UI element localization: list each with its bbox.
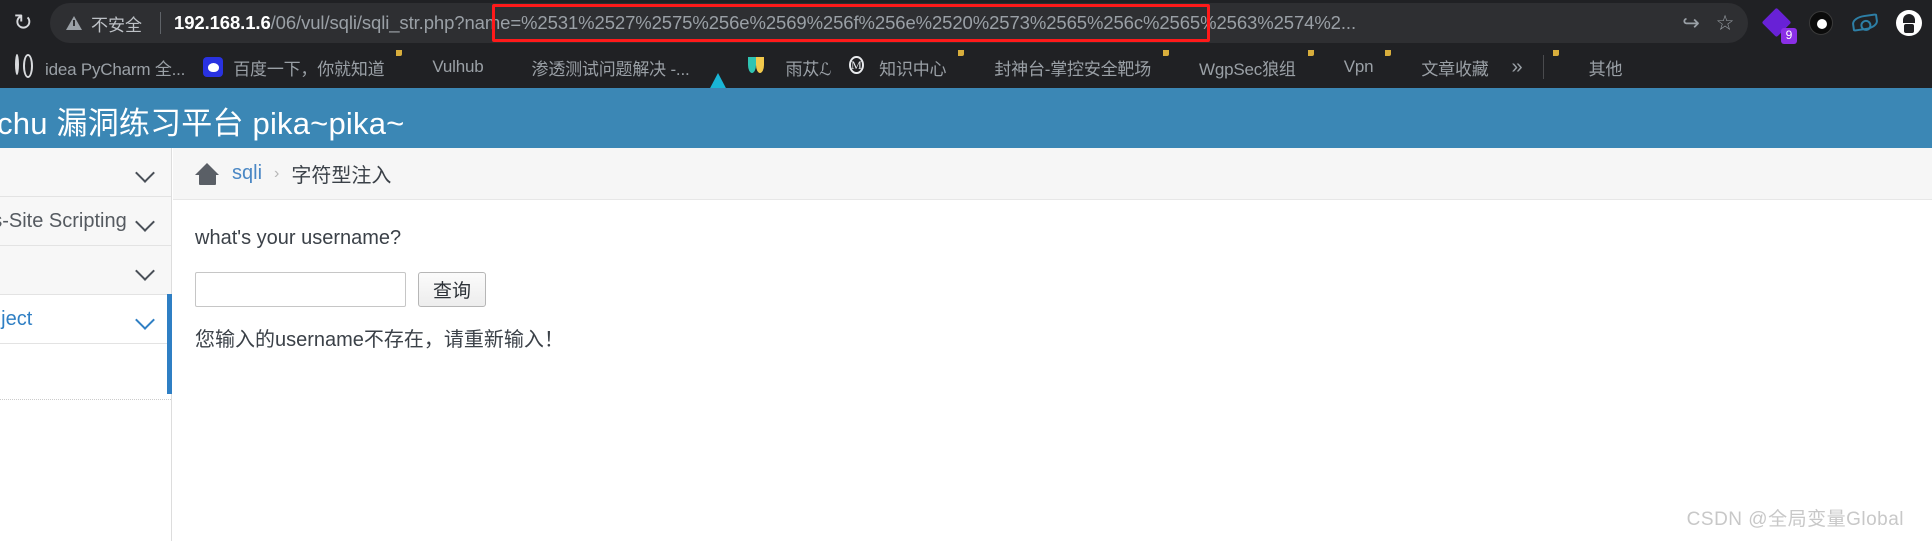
form-prompt: what's your username?	[195, 227, 402, 249]
url-text[interactable]: 192.168.1.6/06/vul/sqli/sqli_str.php?nam…	[174, 3, 1674, 43]
reload-button[interactable]: ↻	[6, 6, 40, 40]
breadcrumb-link-sqli[interactable]: sqli	[232, 162, 262, 185]
home-icon[interactable]	[195, 162, 220, 185]
globe-icon	[15, 54, 37, 78]
browser-toolbar: ↻ 不安全 192.168.1.6/06/vul/sqli/sqli_str.p…	[0, 0, 1932, 46]
leaf-icon	[756, 56, 778, 78]
browser-chrome: ↻ 不安全 192.168.1.6/06/vul/sqli/sqli_str.p…	[0, 0, 1932, 92]
bookmark-item-vpn[interactable]: Vpn	[1305, 51, 1383, 83]
purple-diamond-extension-icon[interactable]: 9	[1761, 7, 1797, 44]
page-viewport: Pikachu 漏洞练习平台 pika~pika~ Cross-Site Scr…	[0, 88, 1932, 541]
profile-avatar-icon[interactable]	[1894, 8, 1924, 38]
circled-m-icon: M	[849, 56, 864, 74]
folder-icon	[402, 56, 424, 78]
bookmarks-bar: idea PyCharm 全... 百度一下，你就知道 Vulhub 渗透测试问…	[0, 46, 1932, 92]
blue-triangle-icon	[707, 56, 730, 92]
url-query: =%2531%2527%2575%256e%2569%256f%256e%252…	[510, 12, 1356, 33]
avatar-shape-icon	[1896, 10, 1922, 36]
omnibox-divider	[160, 12, 161, 34]
sidebar-item-label: Sql Inject	[0, 307, 33, 330]
chevron-down-icon	[136, 212, 155, 231]
folder-icon	[964, 56, 986, 78]
sidebar-item-2[interactable]	[0, 246, 171, 295]
breadcrumb-current: 字符型注入	[291, 165, 392, 187]
bookmark-label: 其他	[1588, 59, 1623, 79]
black-ring-extension-icon[interactable]	[1806, 8, 1836, 38]
bookmark-label: 封神台-掌控安全靶场	[994, 59, 1152, 79]
url-path: /06/vul/sqli/sqli_str.php?name	[270, 12, 511, 33]
sidebar-item-0[interactable]	[0, 148, 171, 197]
omnibox-actions: ↪ ☆	[1674, 6, 1748, 40]
chevron-double-right-icon: »	[1511, 55, 1523, 78]
bookmark-item-blue-triangle[interactable]	[699, 51, 747, 92]
bookmark-label: 雨苁ℒ	[785, 59, 832, 79]
chevron-down-icon	[136, 261, 155, 280]
bookmark-label: Vpn	[1343, 57, 1374, 76]
bookmark-label: Vulhub	[432, 57, 484, 76]
bookmark-label: idea PyCharm 全...	[45, 59, 186, 79]
bookmark-button[interactable]: ☆	[1708, 6, 1742, 40]
bookmark-label: 文章收藏	[1421, 59, 1489, 79]
bookmark-item-pentest[interactable]: 渗透测试问题解决 -...	[493, 51, 699, 83]
bookmark-item-other[interactable]: 其他	[1550, 51, 1632, 83]
sidebar-item-cross-site-scripting[interactable]: Cross-Site Scripting	[0, 197, 171, 246]
star-icon: ☆	[1715, 11, 1735, 35]
watermark: CSDN @全局变量Global	[1686, 509, 1904, 530]
username-input[interactable]	[195, 272, 406, 307]
bookmark-item-knowledge-center[interactable]: M 知识中心	[840, 51, 955, 83]
sidebar-submenu-area	[0, 344, 171, 400]
bookmark-item-vulhub[interactable]: Vulhub	[393, 51, 492, 83]
chevron-down-icon	[136, 310, 155, 329]
folder-icon	[1559, 56, 1581, 78]
page-banner: Pikachu 漏洞练习平台 pika~pika~	[0, 88, 1932, 148]
folder-icon	[1314, 56, 1336, 78]
query-result-message: 您输入的username不存在，请重新输入！	[195, 329, 564, 351]
url-host: 192.168.1.6	[174, 12, 271, 33]
share-icon: ↪	[1682, 11, 1700, 35]
form-row: 查询	[195, 272, 1932, 307]
sidebar-active-indicator	[167, 294, 172, 394]
bookmark-item-wgpsec[interactable]: WgpSec狼组	[1160, 51, 1305, 83]
bookmark-label: 知识中心	[879, 59, 947, 79]
content-area: sqli › 字符型注入 what's your username? 查询 您输…	[173, 148, 1932, 541]
page-title: Pikachu 漏洞练习平台 pika~pika~	[0, 106, 405, 141]
chevron-down-icon	[136, 163, 155, 182]
baidu-icon	[203, 56, 225, 78]
bird-icon	[502, 56, 524, 78]
breadcrumb: sqli › 字符型注入	[173, 148, 1932, 200]
bookmarks-divider	[1542, 55, 1544, 79]
bookmark-label: 百度一下，你就知道	[233, 59, 385, 79]
bookmark-item-fengshentai[interactable]: 封神台-掌控安全靶场	[955, 51, 1160, 83]
bookmark-item-articles[interactable]: 文章收藏	[1382, 51, 1497, 83]
extensions-area: 9	[1748, 7, 1932, 44]
sqli-form-area: what's your username? 查询 您输入的username不存在…	[173, 201, 1932, 541]
address-bar[interactable]: 不安全 192.168.1.6/06/vul/sqli/sqli_str.php…	[50, 3, 1748, 43]
sidebar: Cross-Site Scripting Sql Inject	[0, 148, 172, 541]
bookmark-label: WgpSec狼组	[1199, 59, 1296, 79]
query-submit-button[interactable]: 查询	[418, 272, 487, 307]
bookmark-label: 渗透测试问题解决 -...	[531, 59, 690, 79]
folder-icon	[1391, 56, 1413, 78]
chevron-right-icon: ›	[274, 164, 280, 182]
reload-icon: ↻	[13, 9, 33, 36]
site-security-chip[interactable]: 不安全	[66, 11, 152, 36]
bookmarks-overflow-button[interactable]: »	[1498, 56, 1537, 79]
blue-eye-extension-icon[interactable]	[1850, 8, 1880, 38]
folder-icon	[1169, 56, 1191, 78]
bookmark-item-yucong[interactable]: 雨苁ℒ	[747, 51, 841, 83]
sidebar-item-sql-inject[interactable]: Sql Inject	[0, 295, 171, 344]
eye-shape-icon	[1851, 13, 1879, 32]
sidebar-item-label: Cross-Site Scripting	[0, 209, 127, 232]
security-label: 不安全	[91, 15, 142, 35]
share-button[interactable]: ↪	[1674, 6, 1708, 40]
bookmark-item-pycharm[interactable]: idea PyCharm 全...	[6, 51, 194, 83]
warning-triangle-icon	[66, 16, 82, 30]
bookmark-item-baidu[interactable]: 百度一下，你就知道	[194, 51, 393, 83]
extension-badge-count: 9	[1781, 28, 1797, 44]
ring-shape-icon	[1809, 11, 1833, 35]
